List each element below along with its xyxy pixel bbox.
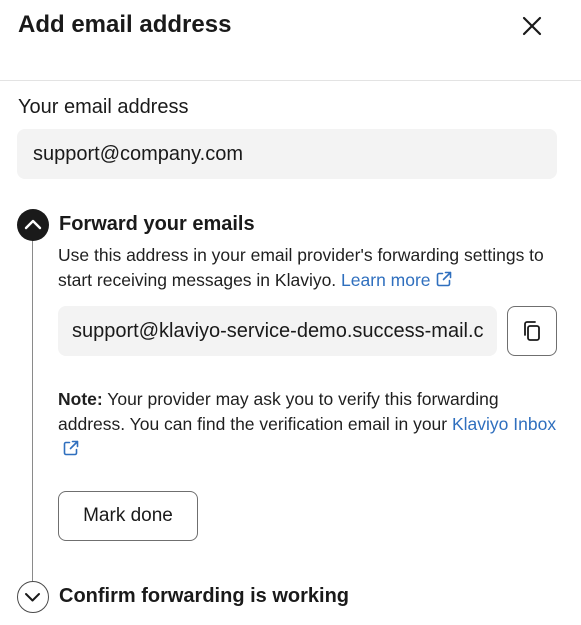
learn-more-link[interactable]: Learn more bbox=[341, 270, 453, 290]
note-label: Note: bbox=[58, 389, 103, 409]
steps-connector-line bbox=[32, 240, 33, 582]
email-field-container bbox=[17, 129, 557, 179]
step-title-confirm: Confirm forwarding is working bbox=[59, 585, 350, 607]
klaviyo-inbox-label: Klaviyo Inbox bbox=[452, 414, 557, 434]
dialog-header: Add email address bbox=[0, 0, 581, 81]
collapse-step-button[interactable] bbox=[17, 209, 49, 241]
close-icon bbox=[522, 16, 542, 36]
forward-description: Use this address in your email provider'… bbox=[58, 243, 558, 293]
expand-step-button[interactable] bbox=[17, 581, 49, 613]
forwarding-address-field[interactable] bbox=[58, 306, 497, 356]
note-text: Your provider may ask you to verify this… bbox=[58, 389, 499, 434]
external-link-icon bbox=[63, 440, 79, 456]
mark-done-button[interactable]: Mark done bbox=[58, 491, 198, 541]
email-field[interactable] bbox=[17, 129, 557, 179]
forwarding-address-container bbox=[58, 306, 497, 356]
close-button[interactable] bbox=[516, 10, 548, 42]
dialog-title: Add email address bbox=[18, 11, 232, 38]
chevron-up-icon bbox=[24, 219, 42, 230]
verification-note: Note: Your provider may ask you to verif… bbox=[58, 387, 558, 462]
copy-icon bbox=[524, 321, 540, 341]
copy-button[interactable] bbox=[507, 306, 557, 356]
learn-more-label: Learn more bbox=[341, 270, 431, 290]
external-link-icon bbox=[436, 271, 451, 287]
chevron-down-icon bbox=[25, 593, 40, 602]
step-title-forward: Forward your emails bbox=[59, 213, 255, 235]
email-label: Your email address bbox=[18, 96, 189, 118]
forward-description-text: Use this address in your email provider'… bbox=[58, 245, 544, 290]
